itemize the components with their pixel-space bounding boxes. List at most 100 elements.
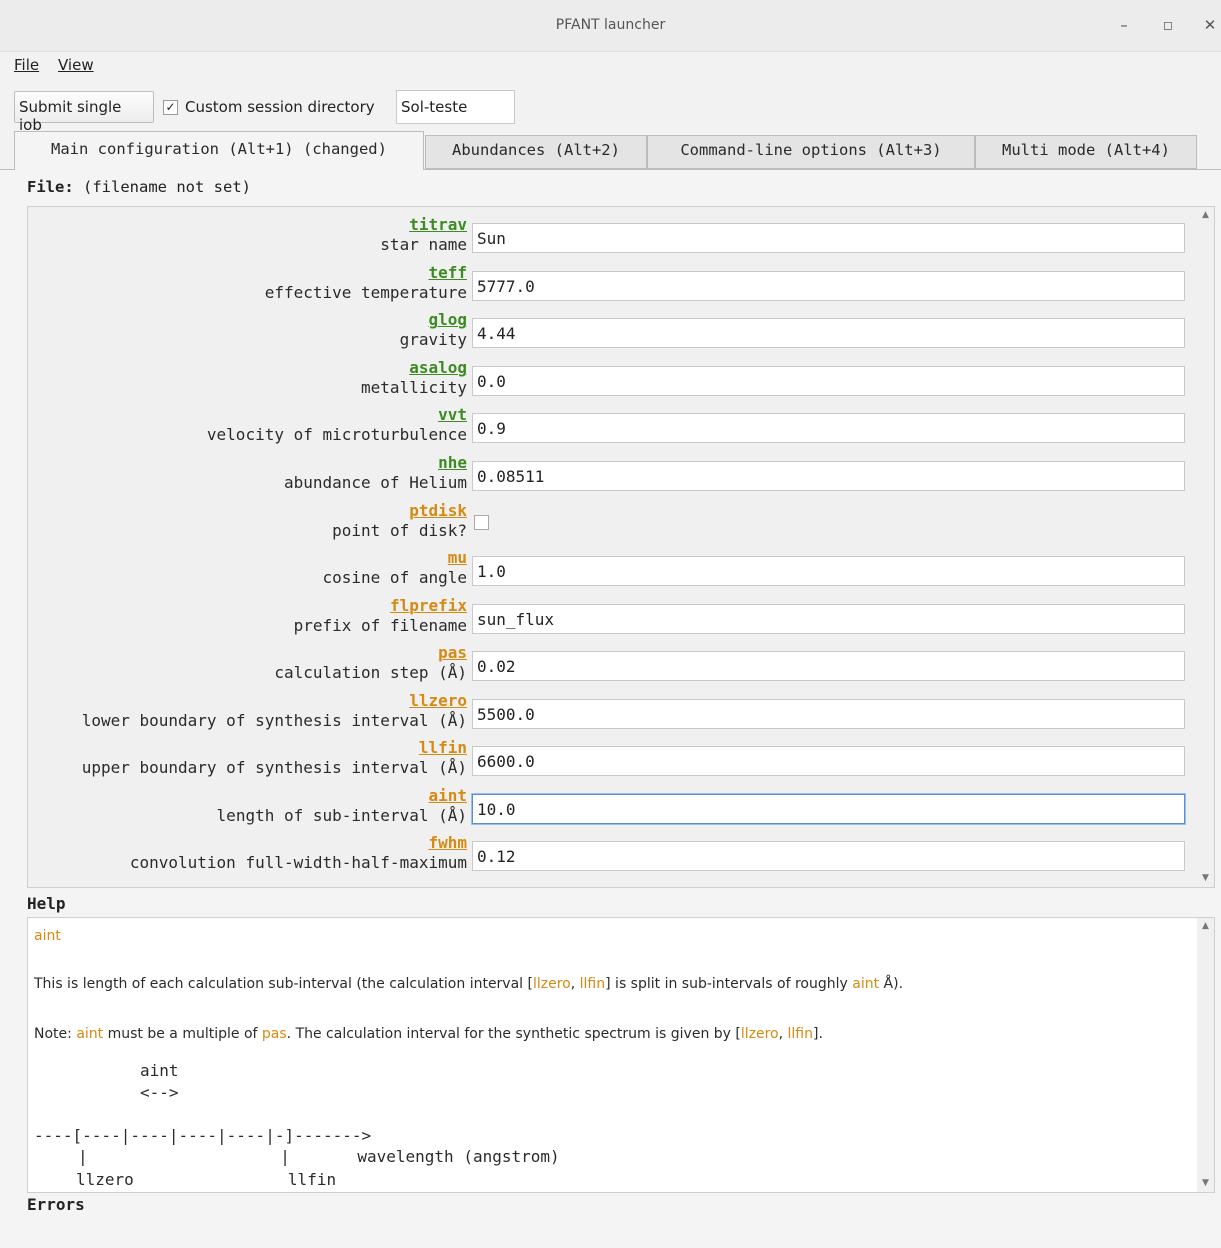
minimize-icon[interactable]: – bbox=[1114, 14, 1134, 36]
param-row-pas: pas calculation step (Å) 0.02 bbox=[28, 643, 1198, 690]
param-row-nhe: nhe abundance of Helium 0.08511 bbox=[28, 453, 1198, 500]
param-name: aint bbox=[428, 786, 467, 805]
form-scrollbar[interactable]: ▲ ▼ bbox=[1197, 207, 1214, 887]
teff-input[interactable]: 5777.0 bbox=[472, 271, 1185, 301]
pas-input[interactable]: 0.02 bbox=[472, 651, 1185, 681]
title-bar: PFANT launcher – ◻ ✕ bbox=[0, 0, 1221, 52]
param-row-asalog: asalog metallicity 0.0 bbox=[28, 358, 1198, 405]
scroll-up-icon[interactable]: ▲ bbox=[1199, 920, 1212, 933]
help-link-llfin: llfin bbox=[579, 976, 606, 992]
file-line: File: (filename not set) bbox=[27, 178, 251, 196]
help-text: , bbox=[570, 976, 580, 992]
tab-command-line-options[interactable]: Command-line options (Alt+3) bbox=[647, 135, 975, 169]
help-heading: Help bbox=[27, 894, 66, 913]
diagram-line-aint: aint bbox=[140, 1061, 179, 1080]
param-description: gravity bbox=[399, 330, 467, 349]
param-name: ptdisk bbox=[409, 501, 467, 520]
scroll-up-icon[interactable]: ▲ bbox=[1199, 209, 1212, 222]
param-description: upper boundary of synthesis interval (Å) bbox=[81, 758, 467, 777]
param-name: mu bbox=[447, 548, 467, 567]
window-title: PFANT launcher bbox=[555, 17, 666, 33]
submit-single-job-button[interactable]: Submit single job bbox=[14, 91, 154, 134]
tab-abundances[interactable]: Abundances (Alt+2) bbox=[425, 135, 647, 169]
param-row-ptdisk: ptdisk point of disk? bbox=[28, 501, 1198, 548]
param-name: titrav bbox=[409, 215, 467, 234]
help-panel: aint This is length of each calculation … bbox=[27, 917, 1215, 1193]
param-row-flprefix: flprefix prefix of filename sun_flux bbox=[28, 596, 1198, 643]
param-name: teff bbox=[428, 263, 467, 282]
param-description: metallicity bbox=[361, 378, 467, 397]
toolbar: Submit single job ✓ Custom session direc… bbox=[0, 82, 1221, 134]
param-row-aint: aint length of sub-interval (Å) 10.0 bbox=[28, 786, 1198, 833]
param-name: pas bbox=[438, 643, 467, 662]
custom-session-checkbox[interactable]: ✓ bbox=[163, 100, 178, 115]
help-link-aint: aint bbox=[76, 1026, 104, 1042]
diagram-line-ticks: | | wavelength (angstrom) bbox=[78, 1147, 560, 1166]
param-description: effective temperature bbox=[264, 283, 467, 302]
menu-view[interactable]: View bbox=[58, 56, 94, 74]
help-link-llzero: llzero bbox=[740, 1026, 779, 1042]
param-description: lower boundary of synthesis interval (Å) bbox=[81, 711, 467, 730]
menu-file[interactable]: File bbox=[14, 56, 39, 74]
llfin-input[interactable]: 6600.0 bbox=[472, 746, 1185, 776]
help-link-aint: aint bbox=[852, 976, 880, 992]
param-row-fwhm: fwhm convolution full-width-half-maximum… bbox=[28, 833, 1198, 880]
asalog-input[interactable]: 0.0 bbox=[472, 366, 1185, 396]
vvt-input[interactable]: 0.9 bbox=[472, 413, 1185, 443]
param-name: glog bbox=[428, 310, 467, 329]
aint-input[interactable]: 10.0 bbox=[472, 794, 1185, 824]
llzero-input[interactable]: 5500.0 bbox=[472, 699, 1185, 729]
param-name: fwhm bbox=[428, 833, 467, 852]
file-label: File: bbox=[27, 178, 74, 196]
diagram-line-labels: llzero llfin bbox=[76, 1170, 337, 1189]
help-paragraph-1: This is length of each calculation sub-i… bbox=[34, 976, 903, 992]
menu-bar: File View bbox=[0, 52, 1221, 82]
help-paragraph-2: Note: aint must be a multiple of pas. Th… bbox=[34, 1026, 823, 1042]
help-scrollbar[interactable]: ▲ ▼ bbox=[1197, 918, 1214, 1192]
help-keyword: aint bbox=[34, 928, 61, 944]
help-text: Å). bbox=[879, 976, 904, 992]
param-name: vvt bbox=[438, 405, 467, 424]
help-text: ] is split in sub-intervals of roughly bbox=[605, 976, 853, 992]
file-value: (filename not set) bbox=[83, 178, 251, 196]
close-icon[interactable]: ✕ bbox=[1200, 14, 1220, 36]
help-link-llfin: llfin bbox=[787, 1026, 814, 1042]
param-description: prefix of filename bbox=[293, 616, 467, 635]
help-link-llzero: llzero bbox=[532, 976, 571, 992]
ptdisk-checkbox[interactable] bbox=[474, 515, 489, 530]
main-configuration-panel: File: (filename not set) titrav star nam… bbox=[0, 170, 1221, 1248]
param-row-vvt: vvt velocity of microturbulence 0.9 bbox=[28, 405, 1198, 452]
session-dir-input[interactable]: Sol-teste bbox=[396, 90, 515, 124]
help-text: must be a multiple of bbox=[103, 1026, 262, 1042]
mu-input[interactable]: 1.0 bbox=[472, 556, 1185, 586]
titrav-input[interactable]: Sun bbox=[472, 223, 1185, 253]
param-row-llzero: llzero lower boundary of synthesis inter… bbox=[28, 691, 1198, 738]
param-description: point of disk? bbox=[332, 521, 467, 540]
scroll-down-icon[interactable]: ▼ bbox=[1199, 872, 1212, 885]
help-link-pas: pas bbox=[261, 1026, 287, 1042]
tab-multi-mode[interactable]: Multi mode (Alt+4) bbox=[975, 135, 1197, 169]
fwhm-input[interactable]: 0.12 bbox=[472, 841, 1185, 871]
help-text: Note: bbox=[34, 1026, 77, 1042]
param-row-teff: teff effective temperature 5777.0 bbox=[28, 263, 1198, 310]
param-description: velocity of microturbulence bbox=[206, 425, 467, 444]
scroll-down-icon[interactable]: ▼ bbox=[1199, 1177, 1212, 1190]
param-row-titrav: titrav star name Sun bbox=[28, 215, 1198, 262]
param-description: length of sub-interval (Å) bbox=[216, 806, 467, 825]
flprefix-input[interactable]: sun_flux bbox=[472, 604, 1185, 634]
parameters-form: titrav star name Sun teff effective temp… bbox=[27, 206, 1215, 888]
help-text: . The calculation interval for the synth… bbox=[286, 1026, 741, 1042]
tab-bar: Main configuration (Alt+1) (changed) Abu… bbox=[0, 130, 1221, 171]
param-name: flprefix bbox=[389, 596, 467, 615]
help-text: This is length of each calculation sub-i… bbox=[34, 976, 533, 992]
help-text: , bbox=[778, 1026, 788, 1042]
errors-heading: Errors bbox=[27, 1195, 85, 1214]
glog-input[interactable]: 4.44 bbox=[472, 318, 1185, 348]
param-name: nhe bbox=[438, 453, 467, 472]
nhe-input[interactable]: 0.08511 bbox=[472, 461, 1185, 491]
tab-main-configuration[interactable]: Main configuration (Alt+1) (changed) bbox=[14, 131, 424, 171]
help-text: ]. bbox=[813, 1026, 823, 1042]
maximize-icon[interactable]: ◻ bbox=[1158, 14, 1178, 36]
param-description: cosine of angle bbox=[322, 568, 468, 587]
param-name: llfin bbox=[418, 738, 467, 757]
